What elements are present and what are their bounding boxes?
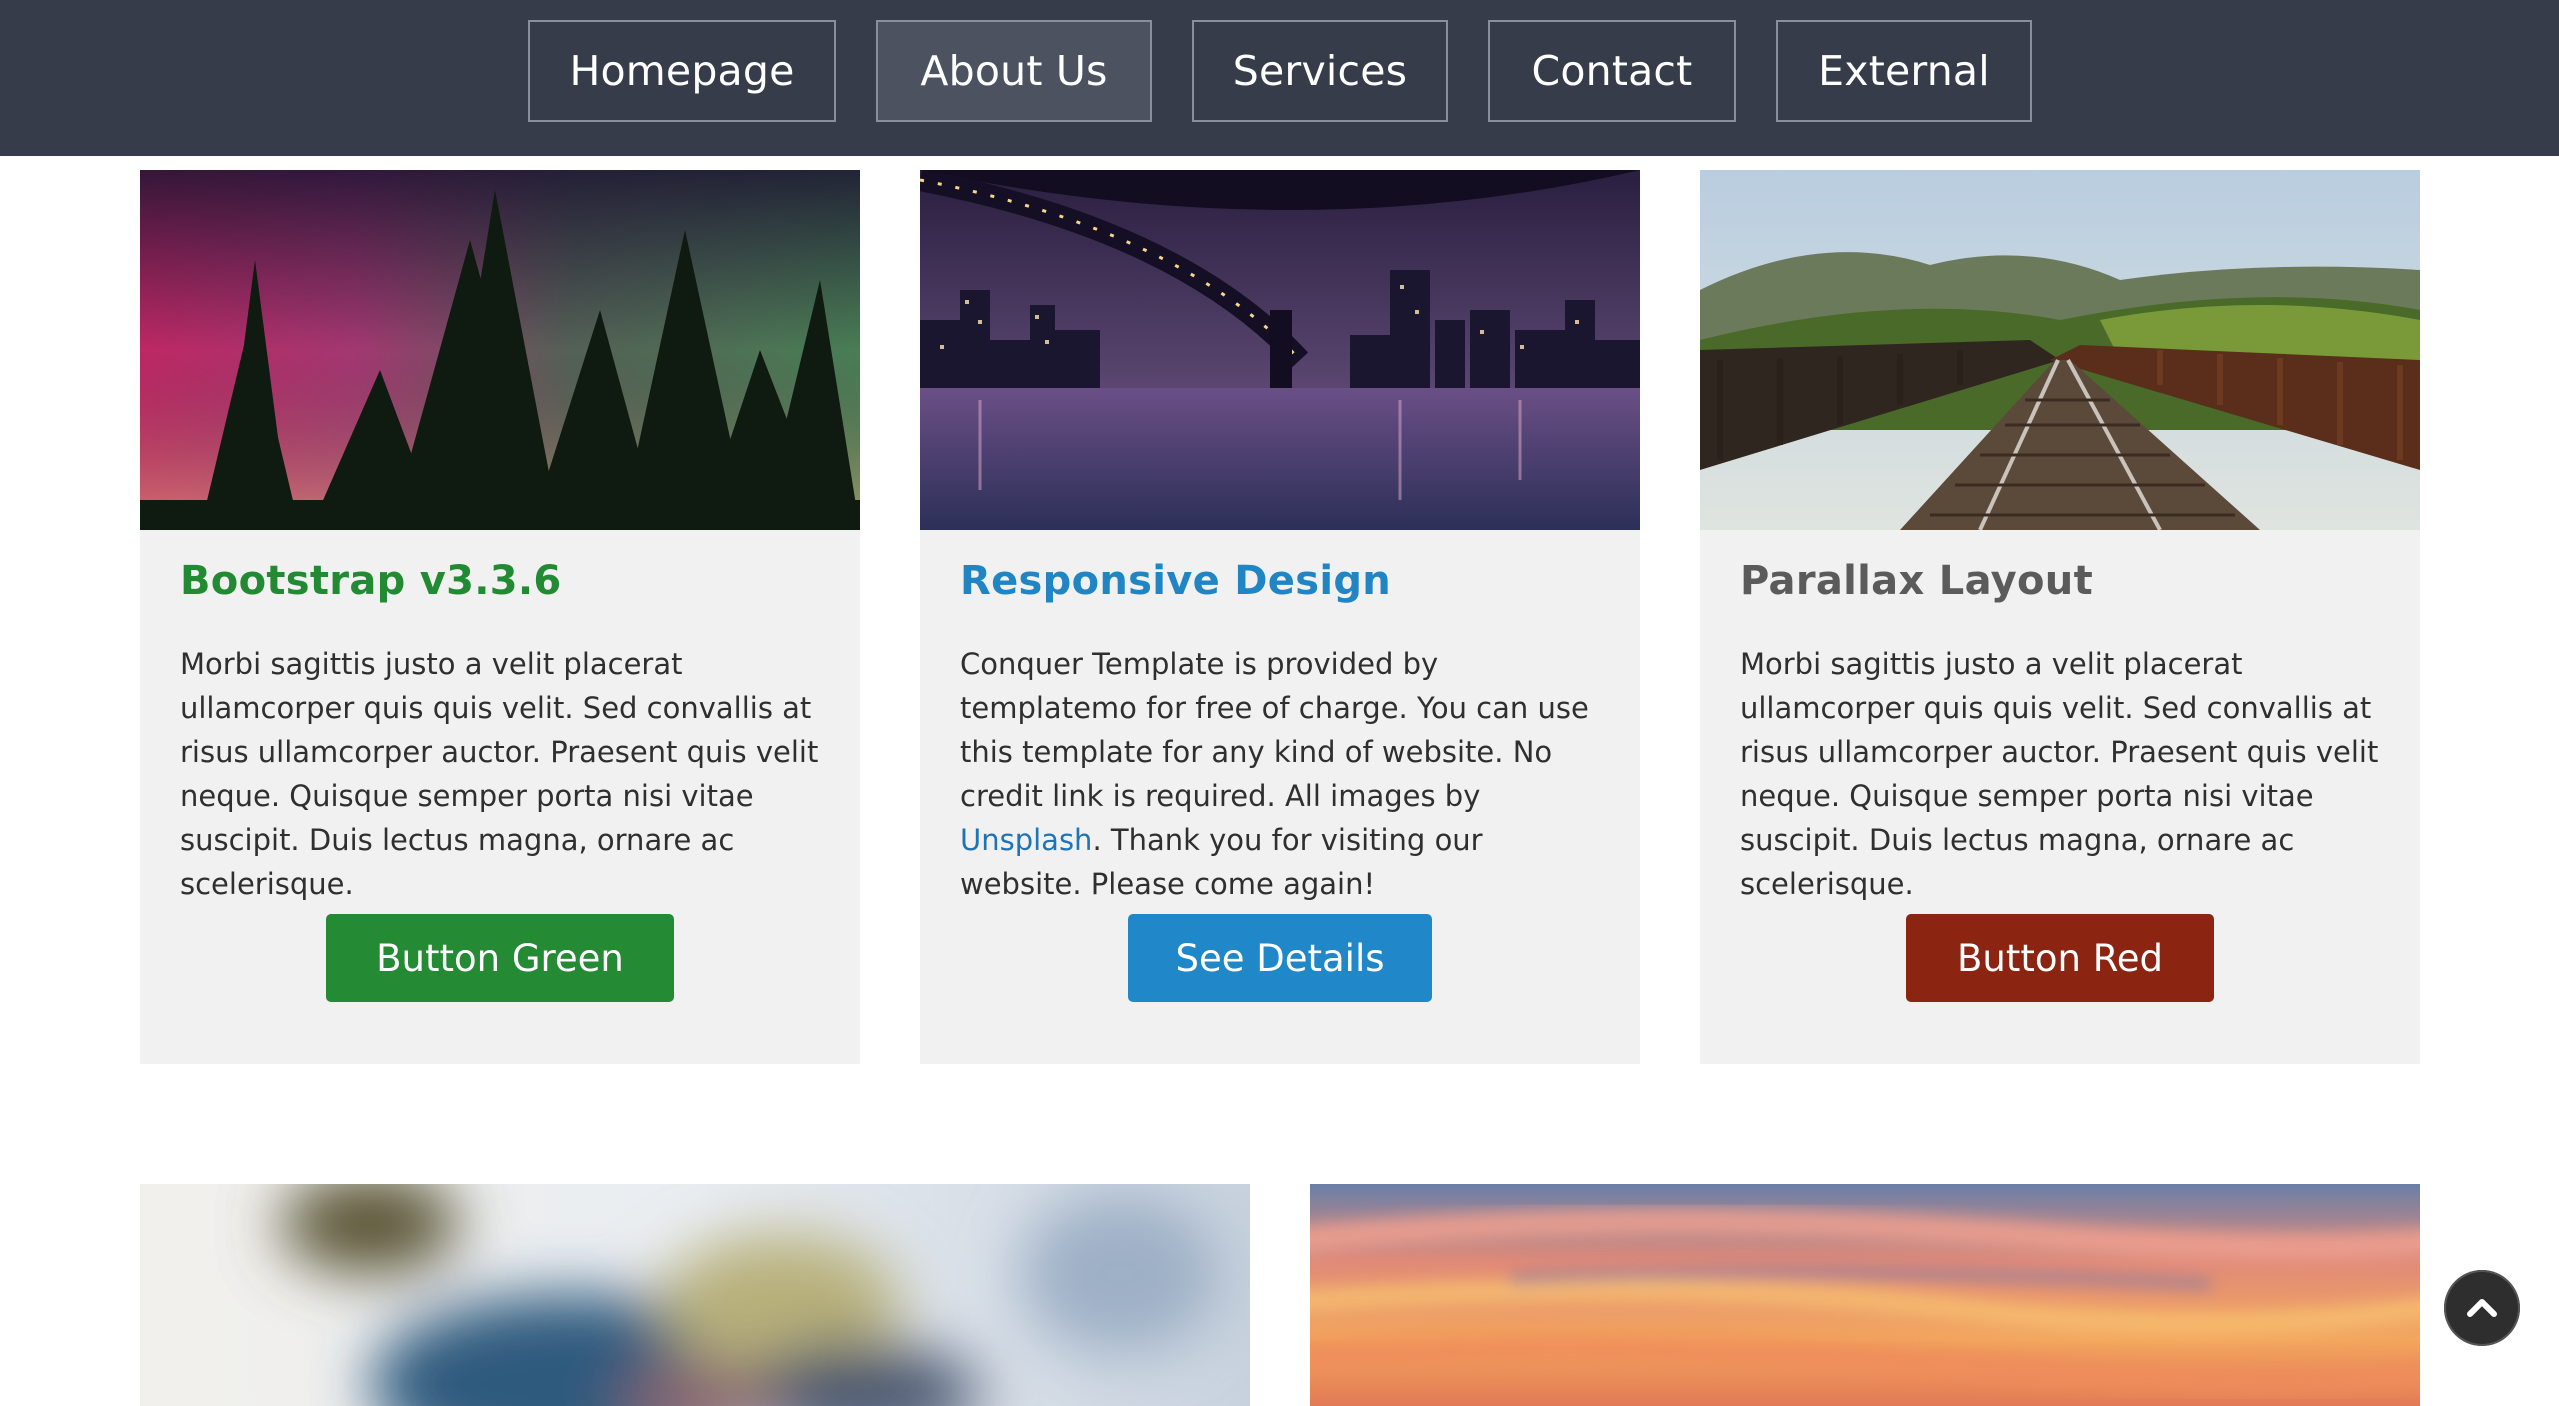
card-description: Morbi sagittis justo a velit placerat ul…	[1740, 647, 2379, 901]
railway-bridge-photo	[1700, 170, 2420, 530]
nav-contact[interactable]: Contact	[1488, 20, 1736, 122]
card-title: Responsive Design	[960, 558, 1392, 604]
chevron-up-icon	[2467, 1299, 2497, 1317]
scroll-to-top-button[interactable]	[2444, 1270, 2520, 1346]
top-navbar: Homepage About Us Services Contact Exter…	[0, 0, 2559, 156]
nav-external[interactable]: External	[1776, 20, 2032, 122]
see-details-button[interactable]: See Details	[1128, 914, 1432, 1002]
description-text: Conquer Template is provided by template…	[960, 647, 1589, 813]
sunset-clouds-photo	[1310, 1184, 2420, 1406]
city-bridge-night-photo	[920, 170, 1640, 530]
feature-card: Parallax Layout Morbi sagittis justo a v…	[1700, 170, 2420, 1064]
card-title: Parallax Layout	[1740, 558, 2093, 604]
feature-card: Responsive Design Conquer Template is pr…	[920, 170, 1640, 1064]
button-green[interactable]: Button Green	[326, 914, 674, 1002]
card-title: Bootstrap v3.3.6	[180, 558, 562, 604]
aurora-forest-photo	[140, 170, 860, 530]
nav-about-us[interactable]: About Us	[876, 20, 1152, 122]
button-red[interactable]: Button Red	[1906, 914, 2214, 1002]
feature-card: Bootstrap v3.3.6 Morbi sagittis justo a …	[140, 170, 860, 1064]
card-description: Morbi sagittis justo a velit placerat ul…	[180, 647, 819, 901]
nav-homepage[interactable]: Homepage	[528, 20, 836, 122]
card-description: Conquer Template is provided by template…	[960, 642, 1610, 906]
nav-services[interactable]: Services	[1192, 20, 1448, 122]
unsplash-link[interactable]: Unsplash	[960, 823, 1092, 857]
blurred-abstract-photo	[140, 1184, 1250, 1406]
